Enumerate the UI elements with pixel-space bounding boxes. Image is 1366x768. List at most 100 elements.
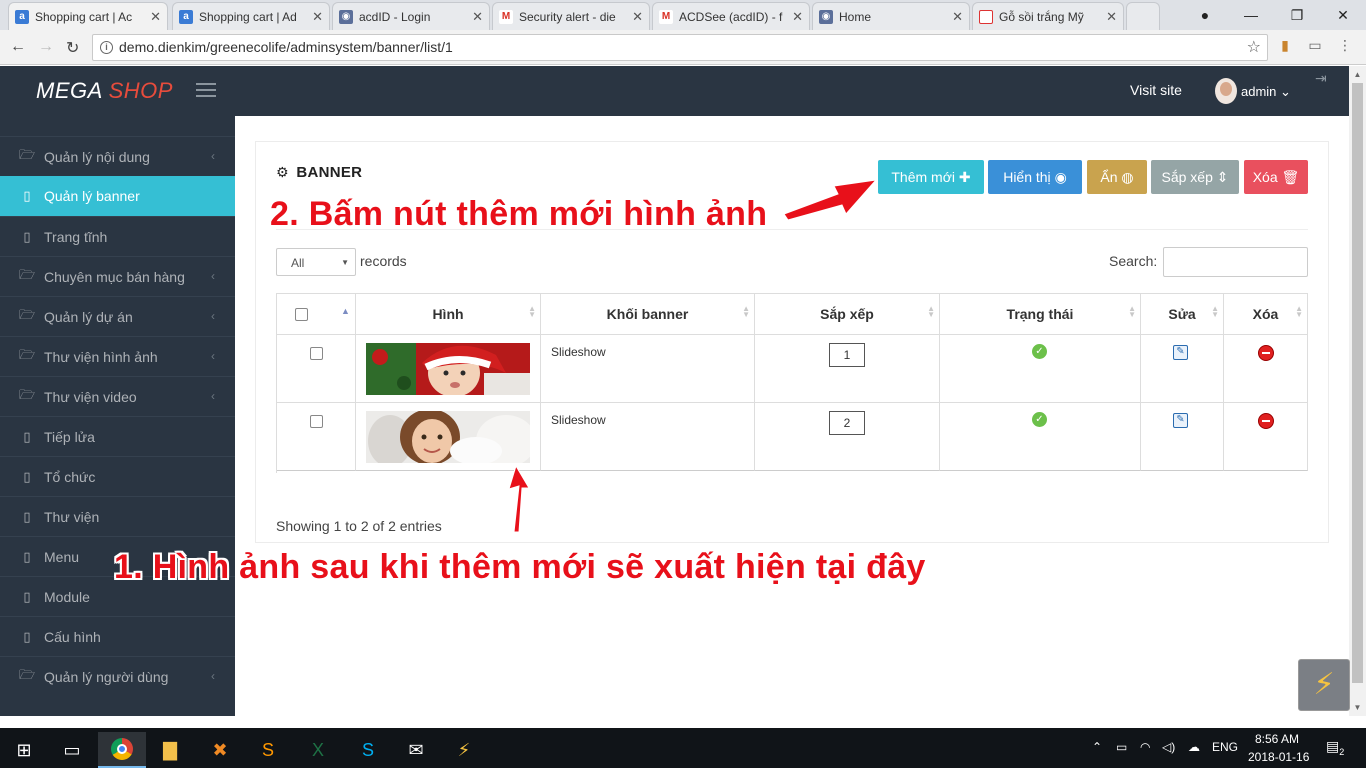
user-menu[interactable]: admin ⌄ bbox=[1241, 84, 1291, 100]
sidebar-item-3[interactable]: 🗁 Chuyên mục bán hàng ‹ bbox=[0, 256, 235, 296]
close-tab-icon[interactable]: ✕ bbox=[632, 9, 643, 25]
notification-icon[interactable]: ▤2 bbox=[1326, 738, 1344, 757]
scroll-down-icon[interactable]: ▼ bbox=[1349, 699, 1366, 716]
logout-icon[interactable]: ⇥ bbox=[1315, 70, 1327, 87]
sidebar-item-7[interactable]: ▯ Tiếp lửa bbox=[0, 416, 235, 456]
task-view-icon[interactable]: ▭ bbox=[48, 732, 96, 768]
close-window-icon[interactable]: ✕ bbox=[1320, 7, 1366, 24]
chevron-left-icon: ‹ bbox=[211, 269, 215, 283]
cloud-upload-icon[interactable]: ☁ bbox=[1188, 740, 1200, 754]
delete-icon[interactable] bbox=[1258, 413, 1274, 429]
tray-expand-icon[interactable]: ⌃ bbox=[1092, 740, 1102, 754]
browser-tab-4[interactable]: M Security alert - die ✕ bbox=[492, 2, 650, 30]
excel-icon[interactable]: X bbox=[294, 732, 342, 768]
browser-tab-7[interactable]: Gỗ sồi trắng Mỹ ✕ bbox=[972, 2, 1124, 30]
sidebar-item-9[interactable]: ▯ Thư viện bbox=[0, 496, 235, 536]
page-scrollbar[interactable]: ▲ ▼ bbox=[1349, 66, 1366, 716]
column-header-image[interactable]: Hình ▲ ▼ bbox=[356, 294, 541, 335]
extension-icon[interactable]: ▮ bbox=[1276, 37, 1294, 55]
close-tab-icon[interactable]: ✕ bbox=[472, 9, 483, 25]
skype-icon[interactable]: S bbox=[344, 732, 392, 768]
add-new-button[interactable]: Thêm mới ✚ bbox=[878, 160, 984, 194]
search-input[interactable] bbox=[1163, 247, 1308, 277]
language-indicator[interactable]: ENG bbox=[1212, 740, 1238, 754]
banner-thumbnail[interactable] bbox=[366, 411, 530, 463]
scroll-up-icon[interactable]: ▲ bbox=[1349, 66, 1366, 83]
volume-icon[interactable]: ◁) bbox=[1162, 740, 1175, 754]
browser-tab-3[interactable]: ◉ acdID - Login ✕ bbox=[332, 2, 490, 30]
row-checkbox[interactable] bbox=[310, 415, 323, 428]
sidebar-item-label: Thư viện hình ảnh bbox=[44, 348, 158, 365]
windows-start-icon[interactable]: ⊞ bbox=[0, 732, 48, 768]
chrome-icon[interactable] bbox=[98, 732, 146, 768]
browser-tab-5[interactable]: M ACDSee (acdID) - f ✕ bbox=[652, 2, 810, 30]
select-all-checkbox[interactable] bbox=[295, 308, 308, 321]
check-circle-icon[interactable]: ✓ bbox=[1032, 412, 1047, 427]
edit-icon[interactable]: ✎ bbox=[1173, 345, 1188, 360]
records-per-page-select[interactable]: All ▼ bbox=[276, 248, 356, 276]
browser-tab-2[interactable]: a Shopping cart | Ad ✕ bbox=[172, 2, 330, 30]
avatar[interactable] bbox=[1215, 78, 1237, 104]
info-icon[interactable]: i bbox=[100, 41, 113, 54]
column-header-block[interactable]: Khối banner ▲ ▼ bbox=[541, 294, 755, 335]
lightning-app-icon[interactable]: ⚡ bbox=[440, 732, 488, 768]
edit-icon[interactable]: ✎ bbox=[1173, 413, 1188, 428]
sort-asc-icon[interactable]: ▲ bbox=[341, 306, 350, 316]
clock-date[interactable]: 2018-01-16 bbox=[1248, 750, 1309, 764]
sublime-text-icon[interactable]: S bbox=[244, 732, 292, 768]
sidebar-item-12[interactable]: ▯ Cấu hình bbox=[0, 616, 235, 656]
forward-icon[interactable]: → bbox=[38, 38, 54, 56]
banner-thumbnail[interactable] bbox=[366, 343, 530, 395]
sidebar-item-6[interactable]: 🗁 Thư viện video ‹ bbox=[0, 376, 235, 416]
column-header-edit[interactable]: Sửa ▲ ▼ bbox=[1141, 294, 1224, 335]
file-explorer-icon[interactable]: ▇ bbox=[146, 732, 194, 768]
show-button[interactable]: Hiển thị ◉ bbox=[988, 160, 1082, 194]
column-header-order[interactable]: Sắp xếp ▲ ▼ bbox=[755, 294, 940, 335]
column-header-status[interactable]: Trạng thái ▲ ▼ bbox=[940, 294, 1141, 335]
new-tab-button[interactable] bbox=[1126, 2, 1160, 30]
browser-tab-6[interactable]: ◉ Home ✕ bbox=[812, 2, 970, 30]
sidebar-item-13[interactable]: 🗁 Quản lý người dùng ‹ bbox=[0, 656, 235, 696]
close-tab-icon[interactable]: ✕ bbox=[1106, 9, 1117, 25]
close-tab-icon[interactable]: ✕ bbox=[952, 9, 963, 25]
reload-icon[interactable]: ↻ bbox=[66, 38, 79, 58]
row-checkbox[interactable] bbox=[310, 347, 323, 360]
menu-dots-icon[interactable]: ⋮ bbox=[1336, 37, 1354, 55]
profile-icon[interactable]: ● bbox=[1182, 7, 1228, 23]
visit-site-link[interactable]: Visit site bbox=[1130, 82, 1182, 98]
sidebar-item-4[interactable]: 🗁 Quản lý dự án ‹ bbox=[0, 296, 235, 336]
lightning-icon[interactable]: ⚡ bbox=[1298, 659, 1350, 711]
clock-time[interactable]: 8:56 AM bbox=[1255, 732, 1299, 746]
sort-button[interactable]: Sắp xếp ⇕ bbox=[1151, 160, 1239, 194]
check-circle-icon[interactable]: ✓ bbox=[1032, 344, 1047, 359]
select-all-header[interactable]: ▲ bbox=[277, 294, 356, 335]
order-input[interactable]: 1 bbox=[829, 343, 865, 367]
battery-icon[interactable]: ▭ bbox=[1116, 740, 1127, 754]
wifi-icon[interactable]: ◠ bbox=[1140, 740, 1150, 754]
column-header-delete[interactable]: Xóa ▲ ▼ bbox=[1224, 294, 1308, 335]
hamburger-menu-icon[interactable] bbox=[196, 83, 216, 99]
sidebar-item-2[interactable]: ▯ Trang tĩnh bbox=[0, 216, 235, 256]
sidebar-item-5[interactable]: 🗁 Thư viện hình ảnh ‹ bbox=[0, 336, 235, 376]
close-tab-icon[interactable]: ✕ bbox=[792, 9, 803, 25]
sidebar-item-8[interactable]: ▯ Tổ chức bbox=[0, 456, 235, 496]
delete-button[interactable]: Xóa 🗑 bbox=[1244, 160, 1308, 194]
address-bar[interactable]: i demo.dienkim/greenecolife/adminsystem/… bbox=[92, 34, 1268, 61]
minimize-icon[interactable]: — bbox=[1228, 7, 1274, 23]
close-tab-icon[interactable]: ✕ bbox=[312, 9, 323, 25]
sidebar-item-1[interactable]: ▯ Quản lý banner bbox=[0, 176, 235, 216]
browser-tab-1[interactable]: a Shopping cart | Ac ✕ bbox=[8, 2, 168, 31]
maximize-icon[interactable]: ❐ bbox=[1274, 7, 1320, 24]
hide-button[interactable]: Ẩn ◍ bbox=[1087, 160, 1147, 194]
site-logo[interactable]: MEGA SHOP bbox=[36, 78, 173, 104]
back-icon[interactable]: ← bbox=[10, 38, 26, 56]
order-input[interactable]: 2 bbox=[829, 411, 865, 435]
bookmark-star-icon[interactable]: ☆ bbox=[1247, 35, 1261, 60]
cast-icon[interactable]: ▭ bbox=[1306, 37, 1324, 55]
mail-icon[interactable]: ✉ bbox=[392, 732, 440, 768]
sidebar-item-0[interactable]: 🗁 Quản lý nội dung ‹ bbox=[0, 136, 235, 176]
xampp-icon[interactable]: ✖ bbox=[196, 732, 244, 768]
delete-icon[interactable] bbox=[1258, 345, 1274, 361]
close-tab-icon[interactable]: ✕ bbox=[150, 9, 161, 25]
scrollbar-thumb[interactable] bbox=[1352, 83, 1363, 683]
